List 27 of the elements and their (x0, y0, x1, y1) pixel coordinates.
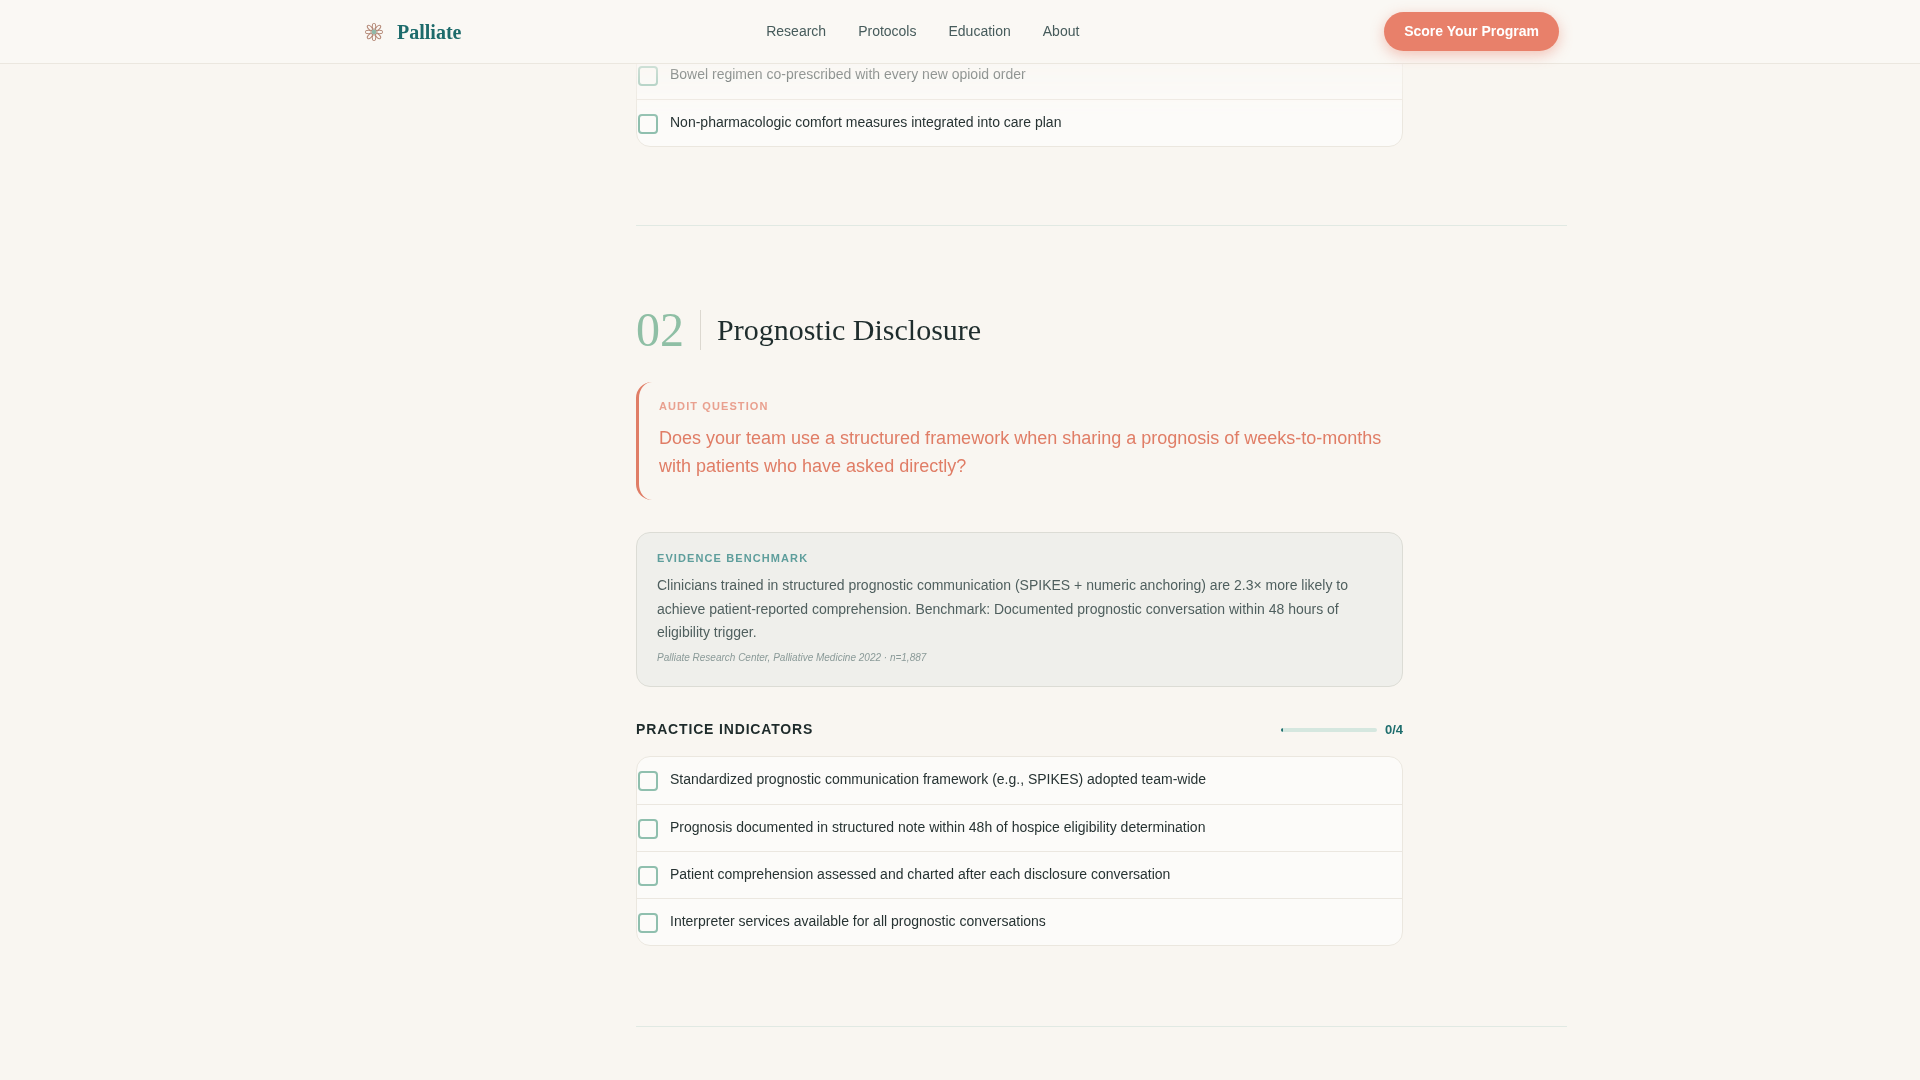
evidence-label: EVIDENCE BENCHMARK (657, 551, 810, 566)
section-number: 02 (636, 306, 684, 354)
evidence-citation: Palliate Research Center, Palliative Medicine 2022 · n=1,887 (657, 650, 928, 665)
audit-question-label: AUDIT QUESTION (659, 399, 770, 414)
indicator-label: Prognosis documented in structured note within 48h of hospice eligibility determination (670, 817, 1206, 837)
checkbox[interactable] (638, 770, 658, 791)
nav-link[interactable]: Protocols (858, 21, 917, 42)
indicator-label: Bowel regimen co-prescribed with every new opioid order (670, 65, 1026, 84)
indicator-label: Patient comprehension assessed and charted after each disclosure conversation (670, 864, 1171, 884)
brand-name[interactable]: Palliate (397, 16, 462, 47)
checkbox[interactable] (638, 912, 658, 933)
checkbox[interactable] (638, 818, 658, 839)
checkbox[interactable] (638, 114, 658, 134)
indicator-label: Interpreter services available for all prognostic conversations (670, 911, 1046, 931)
progress-count: 0/4 (1384, 720, 1403, 739)
indicators-heading: PRACTICE INDICATORS (636, 720, 814, 739)
indicator-label: Non-pharmacologic comfort measures integrated into care plan (670, 113, 1062, 132)
evidence-text: Clinicians trained in structured prognostic communication (SPIKES + numeric anchoring) are 2.3× more likely to achieve patient-reported comprehension. Benchmark: Documented prognostic conversation within 48 hours of eligibility trigger. (657, 576, 1349, 642)
indicator-label: Standardized prognostic communication framework (e.g., SPIKES) adopted team-wide (670, 769, 1207, 789)
nav-link[interactable]: About (1042, 21, 1080, 42)
section-title: Prognostic Disclosure (700, 310, 982, 350)
checkbox[interactable] (638, 865, 658, 886)
checkbox[interactable] (638, 66, 658, 86)
nav-link[interactable]: Education (948, 21, 1011, 42)
flower-logo-icon (365, 22, 383, 41)
audit-question-text: Does your team use a structured framework when sharing a prognosis of weeks-to-months with patients who have asked directly? (659, 427, 1383, 478)
nav-link[interactable]: Research (766, 21, 827, 42)
